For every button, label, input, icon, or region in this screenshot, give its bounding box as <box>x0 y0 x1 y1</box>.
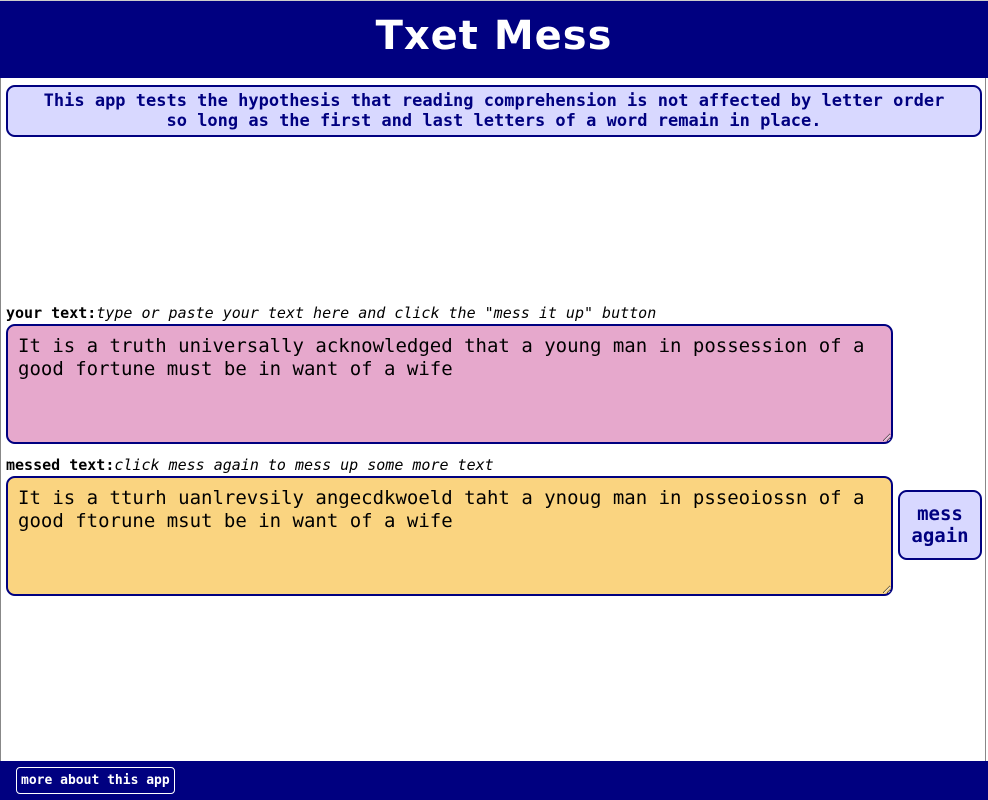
mess-again-button[interactable]: mess again <box>898 490 982 560</box>
your-text-label: your text:type or paste your text here a… <box>6 304 656 322</box>
your-text-label-title: your text: <box>6 304 97 322</box>
more-about-button[interactable]: more about this app <box>16 767 175 794</box>
mess-again-label-line-1: mess <box>917 503 963 525</box>
header-bar: Txet Mess <box>0 0 988 78</box>
your-text-input[interactable]: It is a truth universally acknowledged t… <box>6 324 893 444</box>
your-text-hint: type or paste your text here and click t… <box>96 304 657 322</box>
messed-text-label: messed text:click mess again to mess up … <box>6 456 494 474</box>
messed-text-label-title: messed text: <box>6 456 115 474</box>
messed-text-output[interactable]: It is a tturh uanlrevsily angecdkwoeld t… <box>6 476 893 596</box>
mess-again-label-line-2: again <box>911 525 969 547</box>
footer-bar: more about this app <box>0 761 988 800</box>
intro-line-2: so long as the first and last letters of… <box>166 111 822 131</box>
app-title: Txet Mess <box>375 13 613 59</box>
messed-text-hint: click mess again to mess up some more te… <box>114 456 494 474</box>
intro-banner: This app tests the hypothesis that readi… <box>6 85 982 137</box>
intro-line-1: This app tests the hypothesis that readi… <box>43 91 945 111</box>
